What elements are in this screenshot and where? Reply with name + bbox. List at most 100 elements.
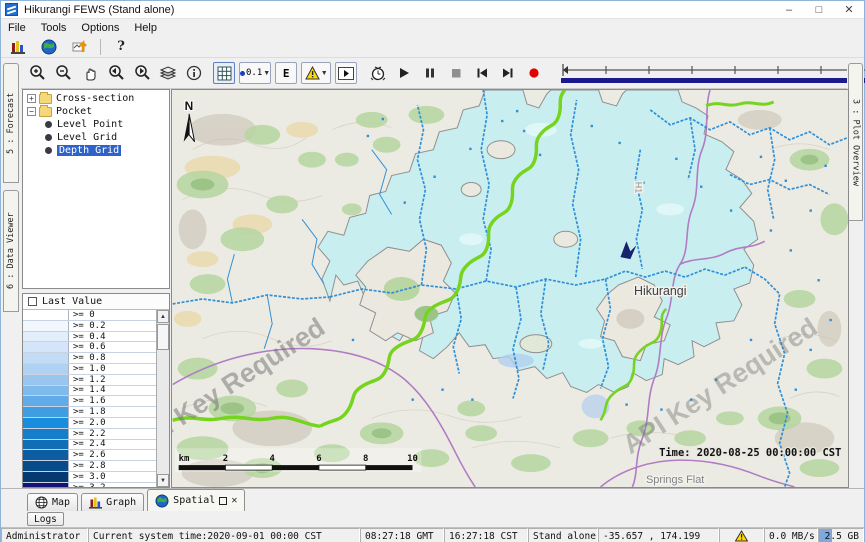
layers-icon[interactable]	[157, 62, 179, 84]
legend-panel: Last Value >= 0>= 0.2>= 0.4>= 0.6>= 0.8>…	[22, 293, 170, 488]
menu-tools[interactable]: Tools	[41, 22, 67, 34]
grid-icon[interactable]	[213, 62, 235, 84]
svg-text:8: 8	[363, 454, 368, 464]
tree-item-label: Level Point	[57, 119, 123, 130]
logs-button[interactable]: Logs	[27, 512, 64, 526]
tab-spatial[interactable]: Spatial ✕	[147, 489, 245, 511]
animation-clock-icon[interactable]	[367, 62, 389, 84]
help-icon[interactable]: ?	[110, 36, 132, 58]
close-button[interactable]: ✕	[834, 1, 864, 18]
legend-row[interactable]: >= 3.2	[23, 483, 156, 487]
legend-row[interactable]: >= 1.6	[23, 396, 156, 407]
scrollbar-thumb[interactable]	[157, 324, 169, 350]
map-view[interactable]: API Key Required API Key Required Hikura…	[171, 89, 849, 488]
legend-row[interactable]: >= 1.8	[23, 407, 156, 418]
status-system-time: Current system time:2020-09-01 00:00 CST	[88, 528, 360, 542]
tree-item[interactable]: Depth Grid	[23, 144, 169, 157]
legend-list: >= 0>= 0.2>= 0.4>= 0.6>= 0.8>= 1.0>= 1.2…	[23, 310, 156, 487]
title-bar: Hikurangi FEWS (Stand alone) – □ ✕	[1, 1, 864, 19]
zoom-in-icon[interactable]	[27, 62, 49, 84]
legend-row[interactable]: >= 0	[23, 310, 156, 321]
logs-row: Logs	[1, 511, 864, 527]
pan-icon[interactable]	[79, 62, 101, 84]
warning-icon[interactable]: ▼	[301, 62, 331, 84]
tab-map[interactable]: Map	[27, 493, 78, 511]
legend-row[interactable]: >= 2.4	[23, 440, 156, 451]
legend-color-swatch	[23, 472, 69, 482]
scroll-up-icon[interactable]: ▲	[157, 310, 169, 323]
maximize-icon[interactable]	[219, 497, 227, 505]
legend-color-swatch	[23, 342, 69, 352]
map-canvas[interactable]: API Key Required API Key Required Hikura…	[172, 90, 848, 487]
tab-data-viewer[interactable]: 6 : Data Viewer	[3, 190, 19, 312]
tab-plot-overview[interactable]: 3 : Plot Overview	[848, 63, 863, 221]
menu-file[interactable]: File	[8, 22, 26, 34]
play-icon[interactable]	[393, 62, 415, 84]
tree-item[interactable]: + Cross-section	[23, 92, 169, 105]
map-globe-icon	[35, 496, 48, 509]
legend-color-swatch	[23, 407, 69, 417]
collapse-toggle-icon[interactable]: −	[27, 107, 36, 116]
legend-row[interactable]: >= 1.2	[23, 375, 156, 386]
info-icon[interactable]	[183, 62, 205, 84]
legend-row[interactable]: >= 1.4	[23, 386, 156, 397]
zoom-previous-icon[interactable]	[105, 62, 127, 84]
tree-item[interactable]: −Pocket	[23, 105, 169, 118]
chevron-down-icon: ▼	[263, 70, 270, 77]
charts-icon[interactable]	[7, 36, 29, 58]
zoom-next-icon[interactable]	[131, 62, 153, 84]
status-warning[interactable]	[719, 528, 764, 542]
legend-color-swatch	[23, 429, 69, 439]
legend-color-swatch	[23, 450, 69, 460]
display-tab-bar: Map Graph Spatial ✕	[1, 488, 864, 511]
stop-icon[interactable]	[445, 62, 467, 84]
minimize-button[interactable]: –	[774, 1, 804, 18]
label-icon[interactable]: E	[275, 62, 297, 84]
close-icon[interactable]: ✕	[231, 495, 237, 506]
legend-color-swatch	[23, 461, 69, 471]
time-slider[interactable]	[559, 61, 865, 85]
tab-graph[interactable]: Graph	[81, 493, 144, 511]
legend-row[interactable]: >= 2.2	[23, 429, 156, 440]
tree-item-label: Cross-section	[56, 93, 134, 104]
legend-color-swatch	[23, 440, 69, 450]
step-forward-icon[interactable]	[497, 62, 519, 84]
legend-row[interactable]: >= 0.8	[23, 353, 156, 364]
legend-row[interactable]: >= 2.8	[23, 461, 156, 472]
legend-color-swatch	[23, 375, 69, 385]
scroll-down-icon[interactable]: ▼	[157, 474, 169, 487]
zoom-out-icon[interactable]	[53, 62, 75, 84]
record-icon[interactable]	[523, 62, 545, 84]
tab-forecast[interactable]: 5 : Forecast	[3, 63, 19, 183]
legend-row[interactable]: >= 0.2	[23, 321, 156, 332]
status-memory: 2.5 GB	[818, 528, 864, 542]
globe-icon[interactable]	[38, 36, 60, 58]
threshold-dropdown[interactable]: 0.1 ▼	[239, 62, 271, 84]
legend-row[interactable]: >= 2.0	[23, 418, 156, 429]
svg-text:6: 6	[316, 454, 321, 464]
expand-toggle-icon[interactable]: +	[27, 94, 36, 103]
legend-color-swatch	[23, 386, 69, 396]
open-display-icon[interactable]	[335, 62, 357, 84]
legend-row[interactable]: >= 0.6	[23, 342, 156, 353]
legend-row[interactable]: >= 3.0	[23, 472, 156, 483]
legend-color-swatch	[23, 364, 69, 374]
legend-row[interactable]: >= 0.4	[23, 332, 156, 343]
time-slider-handle[interactable]	[563, 66, 568, 74]
graph-chart-icon	[89, 496, 102, 509]
last-value-checkbox[interactable]	[28, 297, 37, 306]
legend-row-label: >= 0.4	[69, 332, 106, 342]
legend-row-label: >= 0.2	[69, 321, 106, 331]
legend-row[interactable]: >= 2.6	[23, 450, 156, 461]
menu-options[interactable]: Options	[81, 22, 119, 34]
legend-row-label: >= 0.6	[69, 342, 106, 352]
spatial-display-icon[interactable]	[69, 36, 91, 58]
tree-item[interactable]: Level Point	[23, 118, 169, 131]
tree-item[interactable]: Level Grid	[23, 131, 169, 144]
maximize-button[interactable]: □	[804, 1, 834, 18]
step-back-icon[interactable]	[471, 62, 493, 84]
legend-row[interactable]: >= 1.0	[23, 364, 156, 375]
legend-scrollbar[interactable]: ▲ ▼	[156, 310, 169, 487]
pause-icon[interactable]	[419, 62, 441, 84]
menu-help[interactable]: Help	[134, 22, 157, 34]
